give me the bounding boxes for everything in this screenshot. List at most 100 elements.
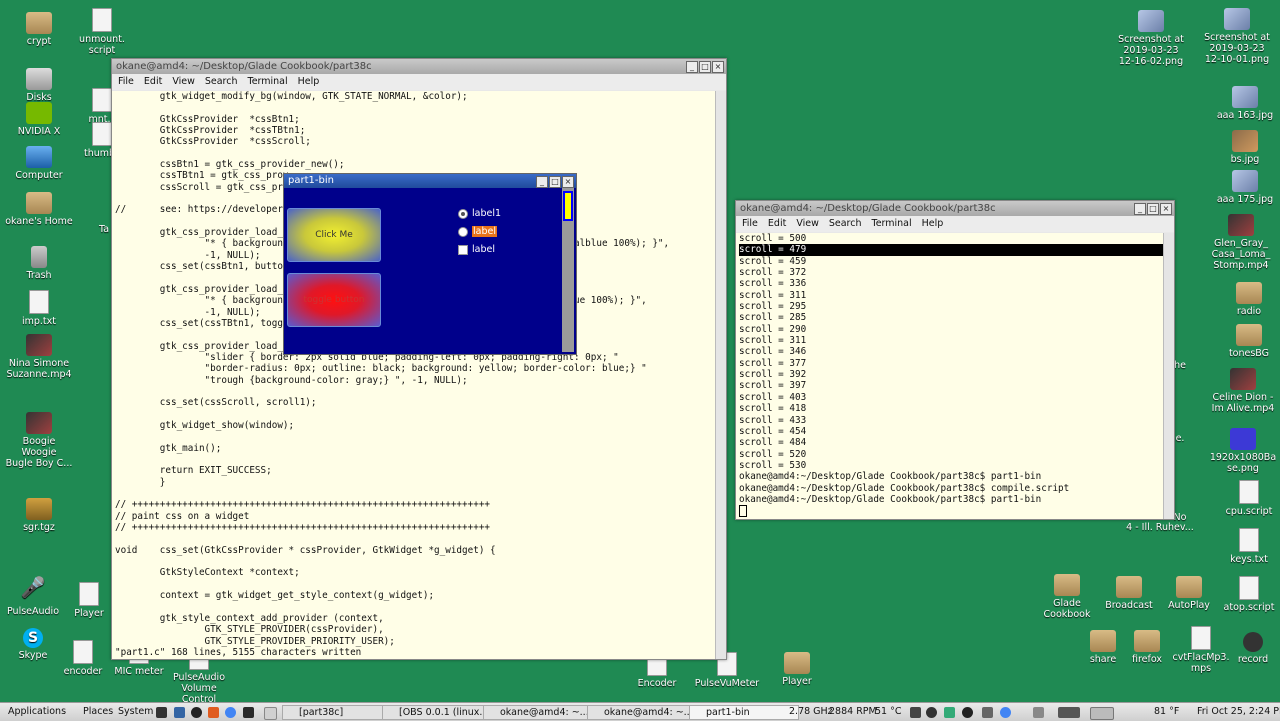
tray-volume-icon[interactable]	[982, 707, 993, 718]
minimize-icon[interactable]: _	[1134, 203, 1146, 215]
task-obs[interactable]: [OBS 0.0.1 (linux...	[382, 705, 494, 720]
desktop-icon[interactable]: Computer	[2, 146, 76, 181]
vpn-launcher-icon[interactable]	[174, 707, 185, 718]
desktop-icon[interactable]: cpu.script	[1212, 480, 1280, 517]
task-label: [OBS 0.0.1 (linux...	[399, 707, 489, 718]
desktop-icon[interactable]: sgr.tgz	[2, 498, 76, 533]
clock[interactable]: Fri Oct 25, 2:24 PM	[1197, 703, 1280, 721]
desktop-icon[interactable]: Celine Dion - Im Alive.mp4	[1206, 368, 1280, 414]
terminal-content[interactable]: scroll = 500 scroll = 479 scroll = 459 scro…	[736, 233, 1164, 519]
menu-item-file[interactable]: File	[118, 74, 134, 90]
desktop-icon[interactable]: Glen_Gray_ Casa_Loma_ Stomp.mp4	[1204, 214, 1278, 271]
task-terminal-1[interactable]: okane@amd4: ~...	[483, 705, 596, 720]
desktop-icon[interactable]: Screenshot at 2019-03-23 12-16-02.png	[1114, 10, 1188, 67]
close-icon[interactable]: ×	[712, 61, 724, 73]
desktop-icon[interactable]: radio	[1212, 282, 1280, 317]
menu-item-terminal[interactable]: Terminal	[248, 74, 288, 90]
task-part38c[interactable]: [part38c]	[282, 705, 392, 720]
terminal-launcher-icon[interactable]	[156, 707, 167, 718]
desktop-icon[interactable]: 1920x1080Ba se.png	[1206, 428, 1280, 474]
tray-workspace-icon[interactable]	[1033, 707, 1044, 718]
editor-launcher-icon[interactable]	[208, 707, 219, 718]
text-line: okane@amd4:~/Desktop/Glade Cookbook/part…	[739, 482, 1070, 494]
text-line: css_set(cssScroll, scroll1);	[115, 397, 317, 409]
gear-icon	[26, 498, 52, 520]
menu-item-help[interactable]: Help	[922, 216, 944, 232]
menu-item-view[interactable]: View	[172, 74, 195, 90]
text-line	[115, 102, 716, 113]
desktop-icon[interactable]: tonesBG	[1212, 324, 1280, 359]
desktop-icon[interactable]: imp.txt	[2, 290, 76, 327]
window-title: okane@amd4: ~/Desktop/Glade Cookbook/par…	[116, 61, 372, 72]
desktop-icon[interactable]: Boogie Woogie Bugle Boy C...	[2, 412, 76, 469]
workspace-1[interactable]	[1058, 707, 1080, 718]
maximize-icon[interactable]: □	[699, 61, 711, 73]
radio-label2[interactable]: label	[458, 226, 497, 237]
button-label: toggle button	[303, 295, 365, 305]
show-desktop-icon[interactable]	[264, 707, 277, 720]
gtk-titlebar[interactable]: part1-bin _ □ ×	[284, 174, 576, 188]
scroll-slider[interactable]	[563, 191, 573, 221]
task-part1-bin[interactable]: part1-bin	[689, 705, 799, 720]
text-line: GtkCssProvider *cssBtn1;	[115, 113, 300, 125]
checkbox-label[interactable]: label	[458, 244, 495, 255]
terminal-titlebar[interactable]: okane@amd4: ~/Desktop/Glade Cookbook/par…	[736, 201, 1174, 216]
desktop-icon[interactable]: aaa 163.jpg	[1208, 86, 1280, 121]
task-terminal-2[interactable]: okane@amd4: ~...	[587, 705, 700, 720]
places-menu[interactable]: Places	[83, 703, 113, 721]
system-menu[interactable]: System	[118, 703, 153, 721]
close-icon[interactable]: ×	[562, 176, 574, 188]
close-icon[interactable]: ×	[1160, 203, 1172, 215]
menu-item-edit[interactable]: Edit	[144, 74, 162, 90]
chrome-launcher-icon[interactable]	[225, 707, 236, 718]
tray-app-icon[interactable]	[910, 707, 921, 718]
text-line	[115, 579, 716, 590]
editor-scrollbar[interactable]	[715, 91, 726, 659]
desktop-icon-label: unmount. script	[79, 34, 125, 56]
tray-chrome-icon[interactable]	[1000, 707, 1011, 718]
terminal-scrollbar[interactable]	[1163, 233, 1174, 519]
editor-titlebar[interactable]: okane@amd4: ~/Desktop/Glade Cookbook/par…	[112, 59, 726, 74]
desktop-icon[interactable]: aaa 175.jpg	[1208, 170, 1280, 205]
maximize-icon[interactable]: □	[1147, 203, 1159, 215]
menu-item-search[interactable]: Search	[829, 216, 862, 232]
minimize-icon[interactable]: _	[686, 61, 698, 73]
text-line: scroll = 418	[739, 403, 807, 415]
desktop-icon[interactable]: cvtFlacMp3. mps	[1164, 626, 1238, 674]
desktop-icon[interactable]: bs.jpg	[1208, 130, 1280, 165]
maximize-icon[interactable]: □	[549, 176, 561, 188]
obs-launcher-icon[interactable]	[191, 707, 202, 718]
scroll-trough[interactable]	[562, 188, 574, 352]
tray-network-icon[interactable]	[944, 707, 955, 718]
desktop-icon[interactable]: unmount. script	[65, 8, 139, 56]
toggle-button[interactable]: toggle button	[287, 273, 381, 327]
text-line: okane@amd4:~/Desktop/Glade Cookbook/part…	[739, 493, 1042, 505]
tray-record-icon[interactable]	[962, 707, 973, 718]
minimize-icon[interactable]: _	[536, 176, 548, 188]
workspace-2[interactable]	[1090, 707, 1114, 720]
text-line: return EXIT_SUCCESS;	[115, 465, 272, 477]
desktop-icon[interactable]: Screenshot at 2019-03-23 12-10-01.png	[1200, 8, 1274, 65]
text-line	[115, 409, 716, 420]
desktop-icon[interactable]: Player	[760, 652, 834, 687]
desktop-icon[interactable]: okane's Home	[2, 192, 76, 227]
radio-label1[interactable]: label1	[458, 208, 501, 219]
menu-item-help[interactable]: Help	[298, 74, 320, 90]
cursor	[739, 505, 747, 518]
applications-menu[interactable]: Applications	[8, 703, 66, 721]
menu-item-terminal[interactable]: Terminal	[872, 216, 912, 232]
click-me-button[interactable]: Click Me	[287, 208, 381, 262]
desktop-icon-label: PulseVuMeter	[694, 678, 760, 689]
desktop-icon[interactable]: Trash	[2, 246, 76, 281]
menu-item-view[interactable]: View	[796, 216, 819, 232]
desktop-icon-label: Screenshot at 2019-03-23 12-16-02.png	[1118, 34, 1184, 67]
desktop-icon[interactable]: Nina Simone Suzanne.mp4	[2, 334, 76, 380]
menu-item-search[interactable]: Search	[205, 74, 238, 90]
desktop-icon[interactable]: keys.txt	[1212, 528, 1280, 565]
menu-item-edit[interactable]: Edit	[768, 216, 786, 232]
tray-obs-icon[interactable]	[926, 707, 937, 718]
monitor-launcher-icon[interactable]	[243, 707, 254, 718]
menu-item-file[interactable]: File	[742, 216, 758, 232]
desktop-icon[interactable]: AutoPlay	[1152, 576, 1226, 611]
text-line: scroll = 295	[739, 301, 807, 313]
